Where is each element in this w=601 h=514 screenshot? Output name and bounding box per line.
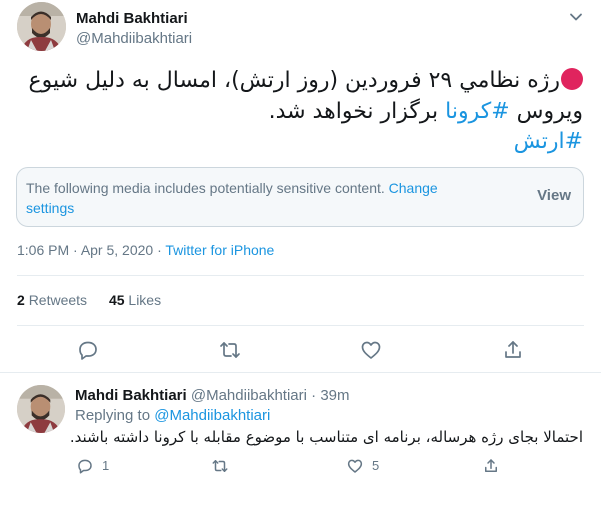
tweet-text-2b: برگزار نخواهد شد. [268, 99, 439, 124]
author-name[interactable]: Mahdi Bakhtiari [76, 10, 188, 27]
reply-author-name[interactable]: Mahdi Bakhtiari [75, 387, 187, 404]
retweet-icon [212, 460, 228, 472]
retweet-icon[interactable] [218, 338, 242, 362]
reply-share-button[interactable] [482, 457, 500, 477]
tweet-meta: 1:06 PM · Apr 5, 2020 · Twitter for iPho… [17, 242, 275, 258]
replying-to-handle[interactable]: @Mahdiibakhtiari [154, 407, 270, 424]
view-button[interactable]: View [537, 187, 571, 204]
tweet-text-line-3: #ارتش [514, 127, 583, 157]
reply-avatar-image [17, 385, 65, 433]
reply-count: 1 [102, 458, 110, 473]
tweet-stats: 2 Retweets 45 Likes [17, 292, 161, 308]
like-count: 5 [372, 458, 380, 473]
replying-to: Replying to @Mahdiibakhtiari [75, 407, 270, 424]
author-handle[interactable]: @Mahdiibakhtiari [76, 30, 192, 47]
divider [17, 325, 584, 326]
reply-icon[interactable] [76, 338, 100, 362]
likes-label: Likes [128, 292, 162, 308]
likes-count: 45 [108, 292, 125, 308]
replying-to-label: Replying to [75, 407, 151, 424]
like-icon [347, 459, 363, 473]
divider [17, 275, 584, 276]
retweets-count: 2 [17, 292, 25, 308]
share-icon [485, 459, 497, 472]
likes-stat[interactable]: 45 Likes [109, 292, 161, 308]
retweets-label: Retweets [28, 292, 88, 308]
reply-avatar[interactable] [17, 385, 65, 433]
tweet-text-line-2: ويروس #کرونا برگزار نخواهد شد. [269, 97, 583, 127]
reply-icon [78, 459, 92, 474]
tweet-source[interactable]: Twitter for iPhone [165, 242, 274, 258]
avatar[interactable] [17, 2, 66, 51]
tweet-time[interactable]: 1:06 PM [17, 242, 69, 258]
sensitive-text: The following media includes potentially… [26, 178, 476, 218]
reply-author-handle[interactable]: @Mahdiibakhtiari [191, 387, 307, 404]
tweet-text-line-1: رژه نظامي ۲۹ فروردين (روز ارتش)، امسال ب… [29, 66, 583, 96]
chevron-down-icon[interactable] [567, 8, 585, 26]
tweet-text-1: رژه نظامي ۲۹ فروردين (روز ارتش)، امسال ب… [28, 68, 560, 93]
reply-like-button[interactable]: 5 [346, 457, 379, 477]
reply-reply-button[interactable]: 1 [76, 457, 109, 477]
main-tweet: Mahdi Bakhtiari @Mahdiibakhtiari رژه نظا… [0, 0, 601, 372]
sensitive-media-notice: The following media includes potentially… [16, 167, 584, 227]
share-icon[interactable] [501, 338, 525, 362]
reply-header: Mahdi Bakhtiari @Mahdiibakhtiari · 39m [75, 387, 350, 404]
retweets-stat[interactable]: 2 Retweets [17, 292, 87, 308]
tweet-text-2a: ويروس [516, 99, 583, 124]
reply-text: احتمالا بجای رژه هرساله، برنامه ای متناس… [69, 428, 583, 446]
sensitive-message: The following media includes potentially… [26, 180, 385, 196]
tweet-date[interactable]: Apr 5, 2020 [81, 242, 153, 258]
reply-age[interactable]: 39m [320, 387, 349, 404]
hashtag-army[interactable]: #ارتش [514, 129, 583, 154]
like-icon[interactable] [359, 338, 383, 362]
hashtag-corona[interactable]: #کرونا [445, 99, 510, 124]
reply-tweet[interactable]: Mahdi Bakhtiari @Mahdiibakhtiari · 39m R… [0, 373, 601, 514]
red-circle-icon [561, 68, 583, 90]
avatar-image [17, 2, 66, 51]
reply-retweet-button[interactable] [211, 457, 229, 477]
